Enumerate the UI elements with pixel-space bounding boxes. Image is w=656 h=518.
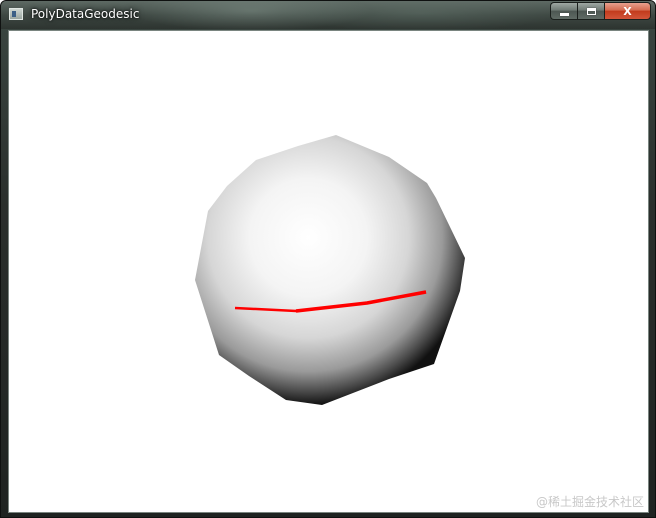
title-bar[interactable]: PolyDataGeodesic X (1, 1, 655, 29)
app-window: PolyDataGeodesic X @稀土掘金技术社区 (0, 0, 656, 518)
watermark-text: @稀土掘金技术社区 (535, 495, 644, 509)
render-viewport[interactable]: @稀土掘金技术社区 (8, 30, 649, 513)
vtk-window-icon[interactable] (9, 8, 23, 20)
window-title: PolyDataGeodesic (31, 7, 140, 21)
minimize-icon (559, 12, 569, 16)
sphere-rim-shadow (195, 135, 465, 405)
close-button[interactable]: X (604, 2, 651, 20)
window-controls: X (550, 2, 651, 21)
maximize-button[interactable] (577, 2, 604, 20)
close-icon: X (623, 4, 632, 18)
render-scene[interactable] (9, 31, 650, 514)
maximize-icon (586, 7, 596, 15)
minimize-button[interactable] (550, 2, 577, 20)
